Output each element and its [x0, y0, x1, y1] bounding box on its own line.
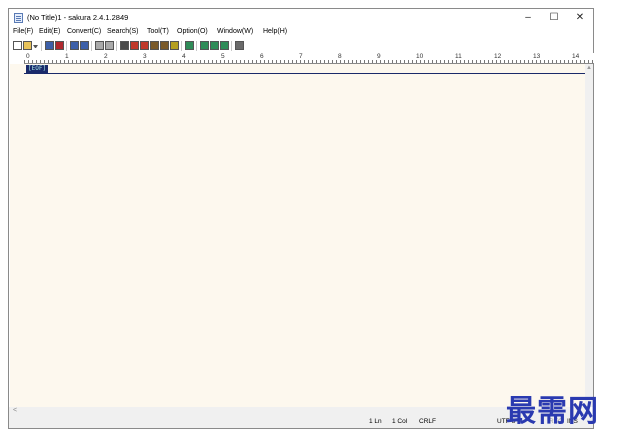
menu-tool[interactable]: Tool(T): [147, 28, 169, 35]
ruler-label: 7: [299, 53, 303, 60]
new-file-icon[interactable]: [13, 41, 22, 50]
ruler-label: 13: [533, 53, 541, 60]
column-ruler[interactable]: 0 1 2 3 4 5 6 7 8 9 10 11 12 13 14: [24, 53, 594, 64]
app-icon[interactable]: [14, 13, 23, 23]
tag-jump-icon[interactable]: [210, 41, 219, 50]
text-editor-area[interactable]: [EOF]: [10, 64, 585, 407]
minimize-button[interactable]: –: [515, 9, 541, 27]
menu-convert[interactable]: Convert(C): [67, 28, 101, 35]
ruler-ticks: [24, 60, 594, 63]
ruler-label: 8: [338, 53, 342, 60]
cursor-underline: [24, 73, 585, 74]
compare-icon[interactable]: [185, 41, 194, 50]
ruler-label: 2: [104, 53, 108, 60]
toolbar-separator: [231, 41, 232, 51]
menu-file[interactable]: File(F): [13, 28, 33, 35]
outline-icon[interactable]: [200, 41, 209, 50]
title-bar[interactable]: (No Title)1 - sakura 2.4.1.2849 – ☐ ✕: [9, 9, 593, 27]
scroll-up-arrow-icon[interactable]: ▲: [585, 64, 593, 72]
search-icon[interactable]: [120, 41, 129, 50]
replace-icon[interactable]: [150, 41, 159, 50]
horizontal-scrollbar[interactable]: <: [9, 407, 585, 415]
ruler-label: 1: [65, 53, 69, 60]
ruler-label: 11: [455, 53, 462, 60]
eof-marker: [EOF]: [26, 65, 49, 73]
menu-search[interactable]: Search(S): [107, 28, 139, 35]
ruler-label: 0: [26, 53, 30, 60]
open-file-icon[interactable]: [23, 41, 32, 50]
search-next-icon[interactable]: [140, 41, 149, 50]
scroll-left-arrow-icon[interactable]: <: [13, 407, 17, 415]
tag-jump-back-icon[interactable]: [220, 41, 229, 50]
dropdown-arrow-icon[interactable]: [33, 45, 38, 48]
vertical-scrollbar[interactable]: ▲: [585, 64, 593, 407]
search-prev-icon[interactable]: [130, 41, 139, 50]
status-line: 1 Ln: [369, 418, 382, 425]
ruler-label: 4: [182, 53, 186, 60]
ruler-label: 12: [494, 53, 502, 60]
settings-icon[interactable]: [235, 41, 244, 50]
close-button[interactable]: ✕: [567, 9, 593, 27]
menu-edit[interactable]: Edit(E): [39, 28, 60, 35]
toolbar-separator: [91, 41, 92, 51]
ruler-label: 5: [221, 53, 225, 60]
redo-icon[interactable]: [80, 41, 89, 50]
toolbar-separator: [41, 41, 42, 51]
line-number-gutter[interactable]: [10, 64, 24, 407]
save-icon[interactable]: [45, 41, 54, 50]
bookmark-icon[interactable]: [170, 41, 179, 50]
menu-option[interactable]: Option(O): [177, 28, 208, 35]
menu-help[interactable]: Help(H): [263, 28, 287, 35]
ruler-label: 9: [377, 53, 381, 60]
app-window: (No Title)1 - sakura 2.4.1.2849 – ☐ ✕ Fi…: [8, 8, 594, 429]
menu-window[interactable]: Window(W): [217, 28, 253, 35]
watermark-text: 最需网: [506, 394, 599, 429]
ruler-label: 3: [143, 53, 147, 60]
save-all-icon[interactable]: [55, 41, 64, 50]
status-column: 1 Col: [392, 418, 408, 425]
toolbar: [9, 40, 593, 52]
ruler-label: 10: [416, 53, 424, 60]
ruler-label: 14: [572, 53, 580, 60]
undo-icon[interactable]: [70, 41, 79, 50]
toolbar-separator: [196, 41, 197, 51]
maximize-button[interactable]: ☐: [541, 9, 567, 27]
ruler-label: 6: [260, 53, 264, 60]
jump-forward-icon[interactable]: [105, 41, 114, 50]
toolbar-separator: [181, 41, 182, 51]
status-eol[interactable]: CRLF: [419, 418, 436, 425]
grep-icon[interactable]: [160, 41, 169, 50]
jump-back-icon[interactable]: [95, 41, 104, 50]
window-title: (No Title)1 - sakura 2.4.1.2849: [27, 13, 129, 22]
toolbar-separator: [116, 41, 117, 51]
menu-bar: File(F) Edit(E) Convert(C) Search(S) Too…: [9, 27, 593, 39]
toolbar-separator: [66, 41, 67, 51]
